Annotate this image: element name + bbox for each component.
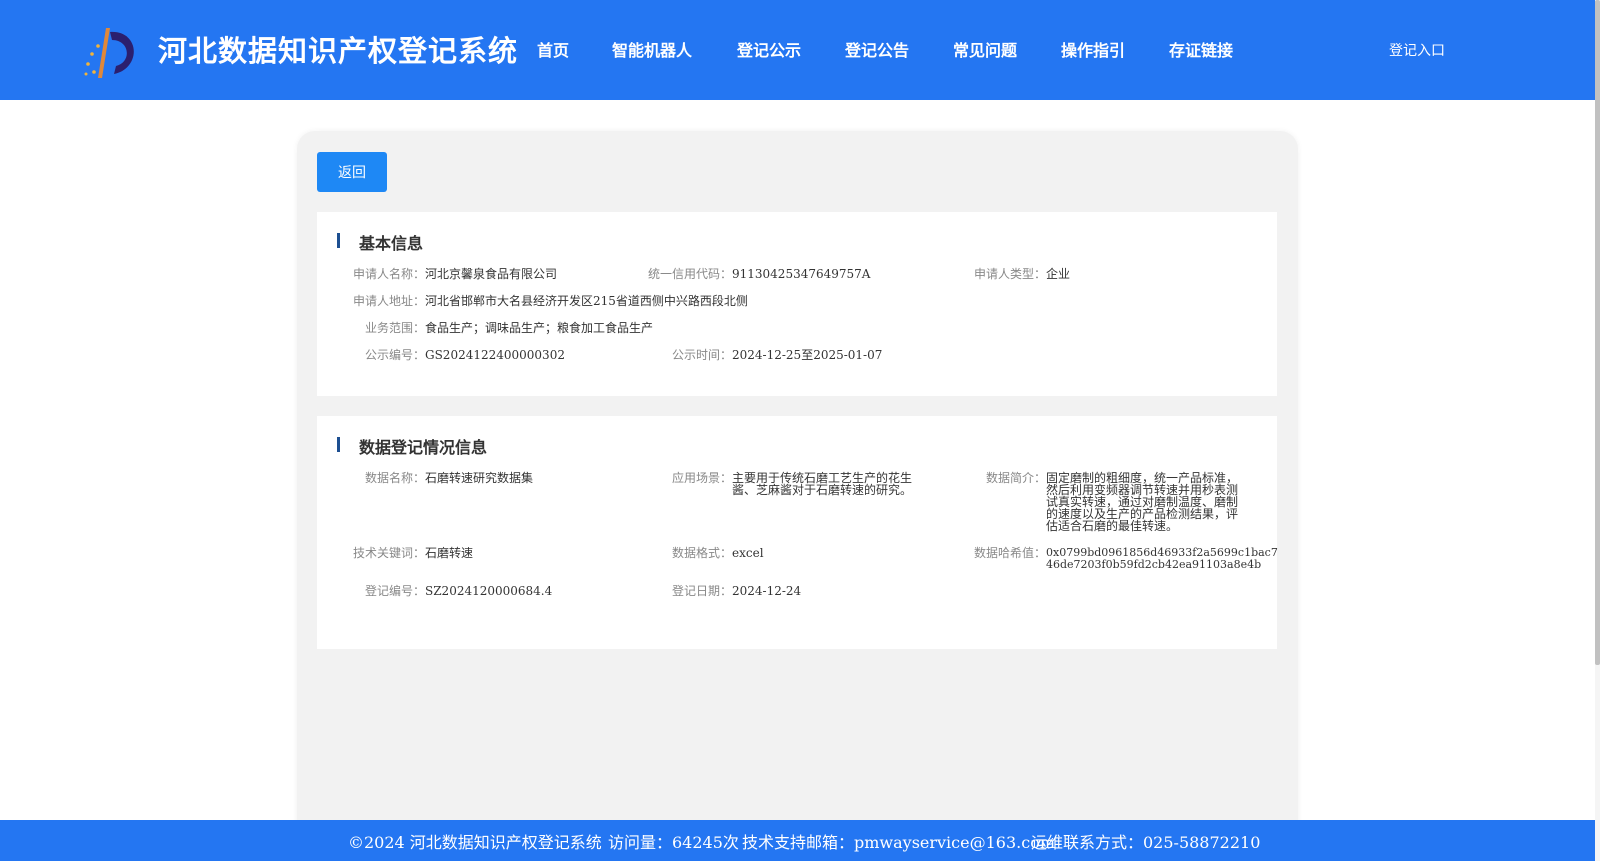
footer-visits: 访问量：64245次 — [608, 833, 739, 852]
registration-date-label: 登记日期： — [671, 584, 732, 598]
business-scope-value: 食品生产；调味品生产；粮食加工食品生产 — [425, 321, 654, 335]
hash-value: 0x0799bd0961856d46933f2a5699c1bac7 46de7… — [1046, 547, 1278, 571]
summary-value: 固定磨制的粗细度，统一产品标准， 然后利用变频器调节转速并用秒表测 试真实转速，… — [1046, 472, 1238, 532]
format-value: excel — [732, 546, 764, 560]
registration-date-value: 2024-12-24 — [732, 584, 802, 598]
business-scope-label: 业务范围： — [364, 321, 425, 335]
keyword-label: 技术关键词： — [352, 546, 425, 560]
format-label: 数据格式： — [671, 546, 732, 560]
address-value: 河北省邯郸市大名县经济开发区215省道西侧中兴路西段北侧 — [425, 294, 748, 308]
summary-line: 估适合石磨的最佳转速。 — [1046, 519, 1179, 533]
notice-number-value: GS2024122400000302 — [425, 348, 565, 362]
registration-number-value: SZ2024120000684.4 — [425, 584, 553, 598]
detail-panel: 返回 基本信息 申请人名称： 河北京馨泉食品有限公司 统一信用代码： 91130… — [297, 131, 1298, 861]
page-footer: ©2024 河北数据知识产权登记系统 访问量：64245次 技术支持邮箱：pmw… — [0, 820, 1595, 861]
hash-line: 46de7203f0b59fd2cb42ea91103a8e4b — [1046, 558, 1262, 571]
section-marker — [337, 437, 340, 452]
data-name-value: 石磨转速研究数据集 — [425, 471, 534, 485]
scenario-label: 应用场景： — [671, 471, 732, 485]
basic-info-title: 基本信息 — [359, 234, 424, 253]
nav-registration-announcement[interactable]: 登记公告 — [845, 37, 909, 61]
site-logo[interactable] — [80, 24, 138, 80]
notice-time-label: 公示时间： — [671, 348, 732, 362]
nav-registration-publicity[interactable]: 登记公示 — [737, 37, 801, 61]
applicant-name-value: 河北京馨泉食品有限公司 — [425, 267, 558, 281]
nav-evidence-link[interactable]: 存证链接 — [1169, 37, 1233, 61]
footer-support-email: 技术支持邮箱：pmwayservice@163.com — [742, 833, 1055, 852]
applicant-type-label: 申请人类型： — [973, 267, 1046, 281]
keyword-value: 石磨转速 — [425, 546, 474, 560]
notice-number-label: 公示编号： — [364, 348, 425, 362]
applicant-name-label: 申请人名称： — [352, 267, 425, 281]
applicant-type-value: 企业 — [1046, 267, 1071, 281]
nav-smart-robot[interactable]: 智能机器人 — [612, 37, 692, 61]
top-header: 河北数据知识产权登记系统 首页 智能机器人 登记公示 登记公告 常见问题 操作指… — [0, 0, 1595, 100]
basic-info-card: 基本信息 申请人名称： 河北京馨泉食品有限公司 统一信用代码： 91130425… — [317, 212, 1277, 396]
data-name-label: 数据名称： — [364, 471, 425, 485]
site-title: 河北数据知识产权登记系统 — [158, 34, 519, 68]
back-button[interactable]: 返回 — [317, 152, 387, 192]
scrollbar-thumb[interactable] — [1595, 0, 1600, 665]
login-entry-link[interactable]: 登记入口 — [1389, 40, 1445, 60]
registration-number-label: 登记编号： — [364, 584, 425, 598]
scenario-value: 主要用于传统石磨工艺生产的花生 酱、芝麻酱对于石磨转速的研究。 — [732, 472, 912, 496]
credit-code-label: 统一信用代码： — [647, 267, 732, 281]
nav-home[interactable]: 首页 — [537, 37, 569, 61]
notice-time-value: 2024-12-25至2025-01-07 — [732, 348, 883, 362]
credit-code-value: 91130425347649757A — [732, 267, 871, 281]
summary-label: 数据简介： — [985, 471, 1046, 485]
data-registration-card: 数据登记情况信息 数据名称： 石磨转速研究数据集 应用场景： 主要用于传统石磨工… — [317, 416, 1278, 649]
section-marker — [337, 233, 340, 248]
address-label: 申请人地址： — [352, 294, 425, 308]
hash-label: 数据哈希值： — [973, 546, 1046, 560]
data-registration-title: 数据登记情况信息 — [359, 438, 488, 457]
nav-guide[interactable]: 操作指引 — [1061, 37, 1125, 61]
scenario-line: 酱、芝麻酱对于石磨转速的研究。 — [732, 483, 913, 497]
nav-faq[interactable]: 常见问题 — [953, 37, 1017, 61]
footer-copyright: ©2024 河北数据知识产权登记系统 — [348, 833, 602, 852]
footer-contact-phone: 运维联系方式：025-58872210 — [1031, 833, 1261, 852]
